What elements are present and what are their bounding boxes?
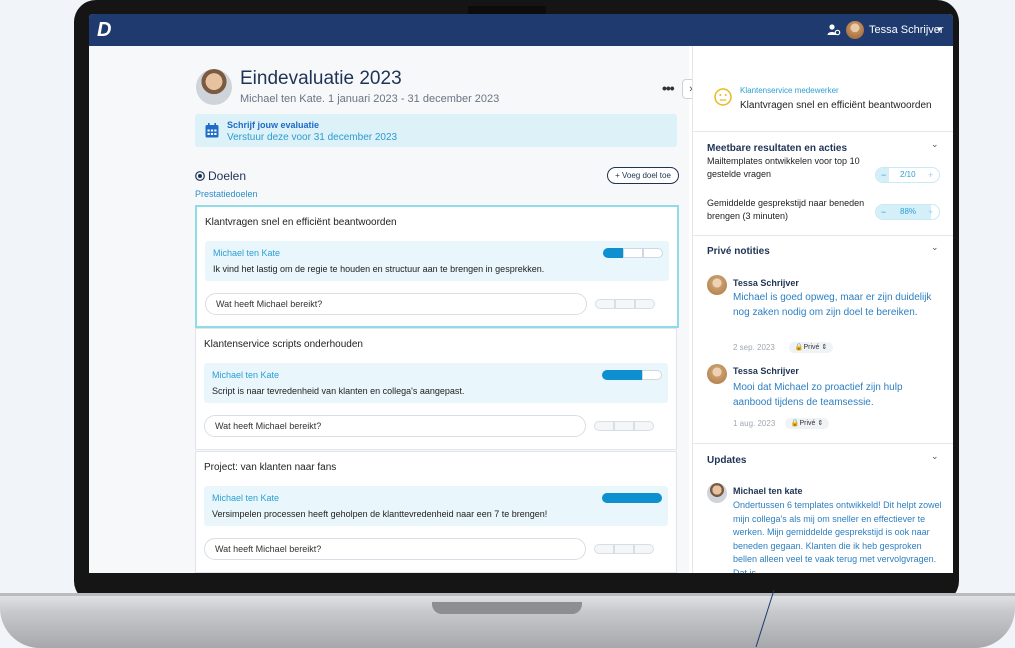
note-text: Mooi dat Michael zo proactief zijn hulp …	[733, 382, 903, 408]
result-label: Gemiddelde gesprekstijd naar beneden bre…	[707, 198, 865, 221]
rating-segment[interactable]	[594, 544, 614, 554]
goals-heading: Doelen	[208, 169, 247, 183]
rating-segment[interactable]	[614, 544, 634, 554]
comment-author: Michael ten Kate	[213, 248, 281, 258]
progress-segment	[622, 493, 642, 503]
author-avatar	[707, 364, 727, 384]
progress-segment	[642, 493, 662, 503]
note-text: Michael is goed opweg, maar er zijn duid…	[733, 292, 932, 318]
plus-icon[interactable]: +	[928, 205, 933, 219]
updates-heading[interactable]: Updates	[707, 455, 746, 466]
notice-title: Schrijf jouw evaluatie	[227, 120, 320, 130]
result-value: 88%	[900, 207, 917, 216]
page-title: Eindevaluatie 2023	[240, 68, 402, 89]
minus-icon[interactable]: −	[881, 205, 886, 219]
goal-name: Klantvragen snel en efficiënt beantwoord…	[740, 100, 932, 111]
result-value: 2/10	[900, 170, 916, 179]
rating-segment[interactable]	[594, 421, 614, 431]
goal-title: Klantenservice scripts onderhouden	[204, 339, 363, 350]
divider	[693, 131, 953, 132]
app-logo[interactable]: D	[97, 19, 111, 42]
author-avatar	[707, 275, 727, 295]
note-author: Tessa Schrijver	[733, 366, 799, 376]
goal-title: Klantvragen snel en efficiënt beantwoord…	[205, 217, 397, 228]
chevron-down-icon[interactable]: ⌄	[931, 139, 939, 150]
result-label: Mailtemplates ontwikkelen voor top 10 ge…	[707, 156, 860, 179]
reply-input[interactable]: Wat heeft Michael bereikt?	[204, 415, 586, 437]
progress-segment	[602, 493, 622, 503]
target-icon	[195, 171, 205, 181]
update-text: Ondertussen 6 templates ontwikkeld! Dit …	[733, 500, 942, 573]
comment-author: Michael ten Kate	[212, 370, 280, 380]
plus-icon[interactable]: +	[928, 168, 933, 182]
divider	[693, 235, 953, 236]
rating-segment[interactable]	[614, 421, 634, 431]
privacy-select[interactable]: 🔒Privé ⇕	[789, 342, 833, 353]
users-icon[interactable]	[827, 23, 841, 37]
comment-text: Script is naar tevredenheid van klanten …	[212, 386, 465, 396]
user-avatar[interactable]	[846, 21, 864, 39]
app-screen: D Tessa Schrijver ▾ Eindevaluatie 2023 M…	[89, 14, 953, 573]
private-notes-heading[interactable]: Privé notities	[707, 246, 770, 257]
more-icon[interactable]: •••	[662, 80, 675, 96]
reply-placeholder: Wat heeft Michael bereikt?	[215, 421, 322, 431]
employee-avatar	[196, 69, 232, 105]
goal-detail-panel: Klantenservice medewerker Klantvragen sn…	[692, 46, 953, 573]
privacy-select[interactable]: 🔒Privé ⇕	[785, 418, 829, 429]
rating-segment[interactable]	[615, 299, 635, 309]
reply-input[interactable]: Wat heeft Michael bereikt?	[205, 293, 587, 315]
neutral-face-icon	[714, 88, 732, 106]
add-goal-button[interactable]: + Voeg doel toe	[607, 167, 679, 184]
note-author: Tessa Schrijver	[733, 278, 799, 288]
goal-comment: Michael ten Kate Script is naar tevreden…	[204, 363, 668, 403]
reply-placeholder: Wat heeft Michael bereikt?	[215, 544, 322, 554]
comment-author: Michael ten Kate	[212, 493, 280, 503]
top-bar: D Tessa Schrijver ▾	[89, 14, 953, 46]
chevron-down-icon[interactable]: ⌄	[931, 451, 939, 462]
notice-subtitle: Verstuur deze voor 31 december 2023	[227, 132, 398, 143]
note-date: 1 aug. 2023	[733, 419, 776, 428]
user-name[interactable]: Tessa Schrijver	[869, 24, 944, 36]
progress-segment	[603, 248, 623, 258]
note-date: 2 sep. 2023	[733, 343, 775, 352]
result-stepper[interactable]: − 88% +	[875, 204, 940, 220]
goal-card[interactable]: Klantenservice scripts onderhouden Micha…	[195, 328, 677, 450]
comment-text: Ik vind het lastig om de regie te houden…	[213, 264, 545, 274]
goal-card[interactable]: Project: van klanten naar fans Michael t…	[195, 451, 677, 573]
result-stepper[interactable]: − 2/10 +	[875, 167, 940, 183]
goal-card[interactable]: Klantvragen snel en efficiënt beantwoord…	[195, 205, 679, 328]
rating-segment[interactable]	[634, 421, 654, 431]
progress-segment	[602, 370, 622, 380]
update-author: Michael ten kate	[733, 486, 803, 496]
calendar-icon	[205, 123, 219, 138]
progress-segment	[643, 248, 663, 258]
laptop-groove	[432, 602, 582, 614]
goal-comment: Michael ten Kate Versimpelen processen h…	[204, 486, 668, 526]
results-heading[interactable]: Meetbare resultaten en acties	[707, 143, 847, 154]
chevron-down-icon[interactable]: ⌄	[931, 242, 939, 253]
comment-text: Versimpelen processen heeft geholpen de …	[212, 509, 548, 519]
goals-section-label: Prestatiedoelen	[195, 189, 258, 199]
rating-segment[interactable]	[634, 544, 654, 554]
rating-segment[interactable]	[635, 299, 655, 309]
goal-comment: Michael ten Kate Ik vind het lastig om d…	[205, 241, 669, 281]
author-avatar	[707, 483, 727, 503]
reply-input[interactable]: Wat heeft Michael bereikt?	[204, 538, 586, 560]
page-subtitle: Michael ten Kate. 1 januari 2023 - 31 de…	[240, 93, 500, 105]
chevron-down-icon[interactable]: ▾	[937, 24, 942, 35]
goal-role: Klantenservice medewerker	[740, 86, 839, 95]
rating-segment[interactable]	[595, 299, 615, 309]
minus-icon[interactable]: −	[881, 168, 886, 182]
progress-segment	[642, 370, 662, 380]
divider	[693, 443, 953, 444]
progress-segment	[622, 370, 642, 380]
evaluation-notice[interactable]: Schrijf jouw evaluatie Verstuur deze voo…	[195, 114, 677, 147]
reply-placeholder: Wat heeft Michael bereikt?	[216, 299, 323, 309]
progress-segment	[623, 248, 643, 258]
goal-title: Project: van klanten naar fans	[204, 462, 337, 473]
